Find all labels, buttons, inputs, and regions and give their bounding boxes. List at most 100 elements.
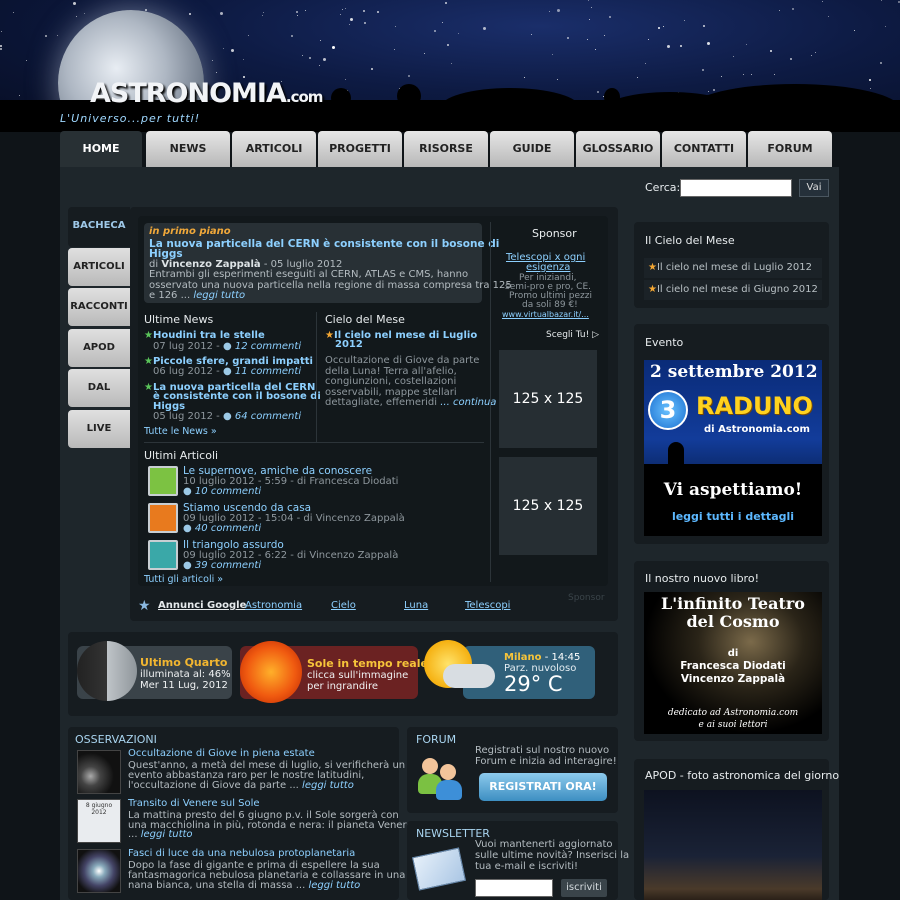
news-item[interactable]: ★Houdini tra le stelle [144,330,265,341]
apod-image[interactable] [644,790,822,900]
tab-progetti[interactable]: PROGETTI [318,131,402,167]
star [790,58,792,60]
tab-news[interactable]: NEWS [146,131,230,167]
star [588,0,589,1]
news-item-date: 06 lug 2012 - [153,366,220,377]
observation-thumb[interactable] [77,849,121,893]
observation-more-link[interactable]: leggi tutto [141,829,193,840]
star [604,35,605,36]
star [309,57,311,59]
newsletter-email-input[interactable] [475,879,553,897]
all-articles-link[interactable]: Tutti gli articoli » [144,574,223,585]
ad-slot-2[interactable]: 125 x 125 [499,457,597,555]
article-comments[interactable]: ● 39 commenti [183,560,261,571]
sky-month-item[interactable]: ★Il cielo nel mese di Giugno 2012 [644,280,822,300]
star [350,18,353,21]
star [751,74,752,75]
weather-time: - 14:45 [544,652,581,663]
side-tab-live[interactable]: LIVE [68,410,130,448]
sponsor-url[interactable]: www.virtualbazar.it/... [502,310,589,319]
star-icon: ★ [144,356,153,367]
sponsor-link-line2[interactable]: esigenza [526,262,570,273]
star [746,44,747,45]
google-link-luna[interactable]: Luna [404,600,428,611]
observation-title[interactable]: Transito di Venere sul Sole [128,798,260,809]
star [332,46,335,49]
sky-month-title: Il Cielo del Mese [645,234,735,247]
ad-slot-1[interactable]: 125 x 125 [499,350,597,448]
observation-thumb[interactable] [77,750,121,794]
side-tab-dal-forum[interactable]: DAL FORUM [68,369,130,431]
choose-label: Scegli Tu! [546,330,590,340]
star [13,12,14,13]
book-author2: Vincenzo Zappalà [680,673,786,685]
sun-hint-line2: per ingrandire [307,681,379,692]
news-item-comments[interactable]: 64 commenti [235,411,301,422]
observation-more-link[interactable]: leggi tutto [308,880,360,891]
observation-more-link[interactable]: leggi tutto [302,780,354,791]
event-raduno: RADUNO [696,392,813,420]
sun-hint-line1: clicca sull'immagine [307,670,409,681]
article-comments[interactable]: ● 10 commenti [183,486,261,497]
star [587,39,588,40]
tab-guide[interactable]: GUIDE [490,131,574,167]
sky-month-item[interactable]: ★Il cielo nel mese di Luglio 2012 [644,258,822,278]
article-comments-text: 39 commenti [194,560,262,571]
star [549,11,550,12]
featured-title-line1[interactable]: La nuova particella del CERN è consisten… [149,238,499,250]
star [45,35,47,37]
google-link-telescopi[interactable]: Telescopi [465,600,510,611]
article-comments[interactable]: ● 40 commenti [183,523,261,534]
star [828,16,829,17]
star [26,60,27,61]
star [557,9,560,12]
site-logo[interactable]: ASTRONOMIA.com [90,78,323,109]
side-tab-racconti[interactable]: RACCONTI [68,288,130,326]
news-item-comments[interactable]: 12 commenti [235,341,301,352]
observation-title[interactable]: Fasci di luce da una nebulosa protoplane… [128,848,355,859]
google-link-astronomia[interactable]: Astronomia [245,600,302,611]
comment-icon: ● [222,341,232,352]
news-item-date: 05 lug 2012 - [153,411,220,422]
site-header: ASTRONOMIA.com L'Universo...per tutti! [0,0,900,132]
all-news-link[interactable]: Tutte le News » [144,426,217,437]
book-cover[interactable]: L'infinito Teatro del Cosmo di Francesca… [644,592,822,734]
star [869,79,871,81]
observation-title[interactable]: Occultazione di Giove in piena estate [128,748,315,759]
event-more-link[interactable]: leggi tutti i dettagli [644,510,822,523]
tab-forum[interactable]: FORUM [748,131,832,167]
observation-thumb[interactable]: 8 giugno 2012 [77,799,121,843]
subscribe-button[interactable]: iscriviti [561,879,607,897]
event-banner[interactable]: 2 settembre 2012 3 RADUNO di Astronomia.… [644,360,822,536]
search-input[interactable] [680,179,792,197]
star [667,45,670,48]
star [434,30,436,32]
news-item-comments[interactable]: 11 commenti [235,366,301,377]
sky-body-line-last: dettagliate, effemeridi ... continua [325,397,496,408]
tab-articoli[interactable]: ARTICOLI [232,131,316,167]
sky-link-line2[interactable]: 2012 [335,339,363,350]
column-divider [316,312,317,442]
star [212,60,213,61]
star [1,31,2,32]
search-button[interactable]: Vai [799,179,829,197]
featured-more-link[interactable]: leggi tutto [193,290,245,301]
book-by: di [727,648,739,659]
star [483,27,486,30]
side-tab-bacheca[interactable]: BACHECA [68,207,130,247]
tab-glossario[interactable]: GLOSSARIO [576,131,660,167]
tab-contatti[interactable]: CONTATTI [662,131,746,167]
star [645,63,646,64]
comment-icon: ● [222,411,232,422]
side-tab-articoli[interactable]: ARTICOLI [68,248,130,286]
tab-risorse[interactable]: RISORSE [404,131,488,167]
sky-more-link[interactable]: ... continua [440,397,496,408]
tab-home[interactable]: HOME [60,131,142,167]
side-tab-apod[interactable]: APOD [68,329,130,367]
register-button[interactable]: REGISTRATI ORA! [479,773,607,801]
tagline: L'Universo...per tutti! [60,112,201,125]
choose-link[interactable]: Scegli Tu! ▷ [546,330,599,340]
google-ads-label[interactable]: Annunci Google [158,600,246,611]
google-link-cielo[interactable]: Cielo [331,600,356,611]
star [296,11,298,13]
